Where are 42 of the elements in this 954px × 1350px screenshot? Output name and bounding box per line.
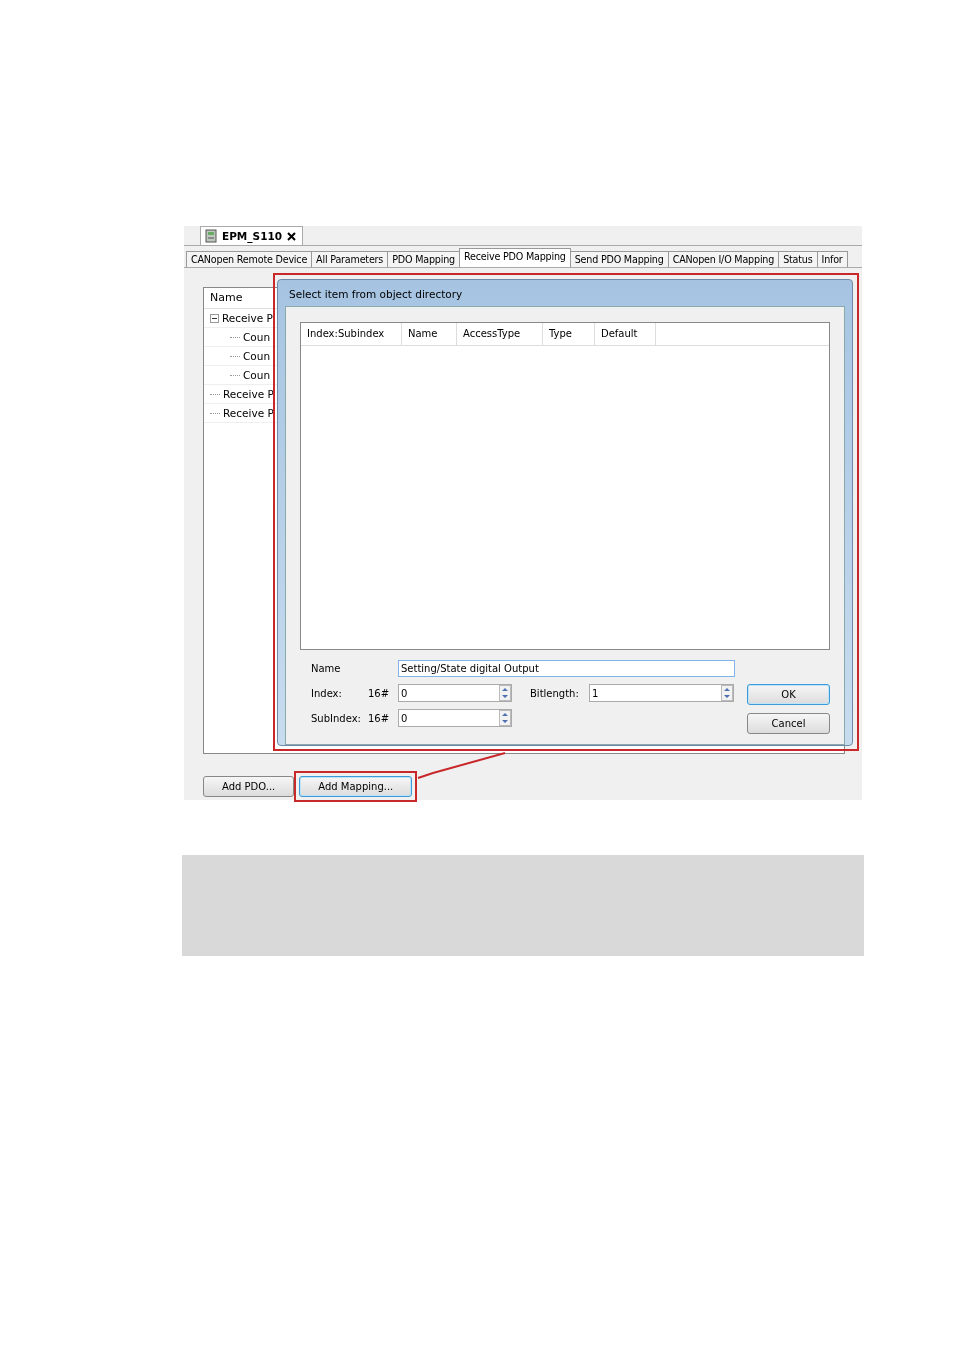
tree-item[interactable]: Receive P xyxy=(223,388,274,400)
tree-item[interactable]: Coun xyxy=(243,350,271,362)
bitlength-spinbox[interactable]: 1 xyxy=(589,684,734,702)
subindex-label: SubIndex: xyxy=(311,712,362,724)
tab[interactable]: Infor xyxy=(816,251,848,267)
ok-button[interactable]: OK xyxy=(747,684,830,705)
tree-item[interactable]: Coun xyxy=(243,369,271,381)
tree-item[interactable]: Coun xyxy=(243,331,271,343)
bitlength-label: Bitlength: xyxy=(530,687,580,699)
index-spinbox[interactable]: 0 xyxy=(398,684,512,702)
tab[interactable]: CANopen Remote Device xyxy=(186,251,313,267)
spin-arrows-icon[interactable] xyxy=(721,685,733,701)
tree-item[interactable]: Receive P xyxy=(222,312,273,324)
subindex-spinbox[interactable]: 0 xyxy=(398,709,512,727)
close-icon[interactable] xyxy=(287,231,297,241)
column-header[interactable]: Default xyxy=(595,323,656,345)
collapse-icon[interactable] xyxy=(210,313,219,323)
document-tab[interactable]: EPM_S110 xyxy=(200,226,304,245)
tab[interactable]: Send PDO Mapping xyxy=(569,251,669,267)
spin-arrows-icon[interactable] xyxy=(499,710,511,726)
tab[interactable]: CANopen I/O Mapping xyxy=(667,251,780,267)
device-icon xyxy=(205,229,217,243)
cancel-button[interactable]: Cancel xyxy=(747,713,830,734)
spin-arrows-icon[interactable] xyxy=(499,685,511,701)
column-header[interactable]: AccessType xyxy=(457,323,543,345)
document-tab-title: EPM_S110 xyxy=(222,230,283,242)
tab[interactable]: Receive PDO Mapping xyxy=(458,248,571,267)
hex-prefix: 16# xyxy=(368,687,391,699)
column-header[interactable]: Name xyxy=(402,323,457,345)
tab[interactable]: All Parameters xyxy=(311,251,389,267)
column-header[interactable]: Index:Subindex xyxy=(301,323,402,345)
dialog-title: Select item from object directory xyxy=(288,287,464,302)
name-label: Name xyxy=(311,662,342,674)
tab[interactable]: PDO Mapping xyxy=(387,251,460,267)
index-label: Index: xyxy=(311,687,343,699)
column-header[interactable]: Type xyxy=(543,323,595,345)
hex-prefix: 16# xyxy=(368,712,391,724)
add-button[interactable]: Add PDO... xyxy=(203,776,295,797)
add-button[interactable]: Add Mapping... xyxy=(299,776,413,797)
name-field[interactable]: Setting/State digital Output xyxy=(398,659,735,677)
tab[interactable]: Status xyxy=(778,251,818,267)
tree-item[interactable]: Receive P xyxy=(223,407,274,419)
